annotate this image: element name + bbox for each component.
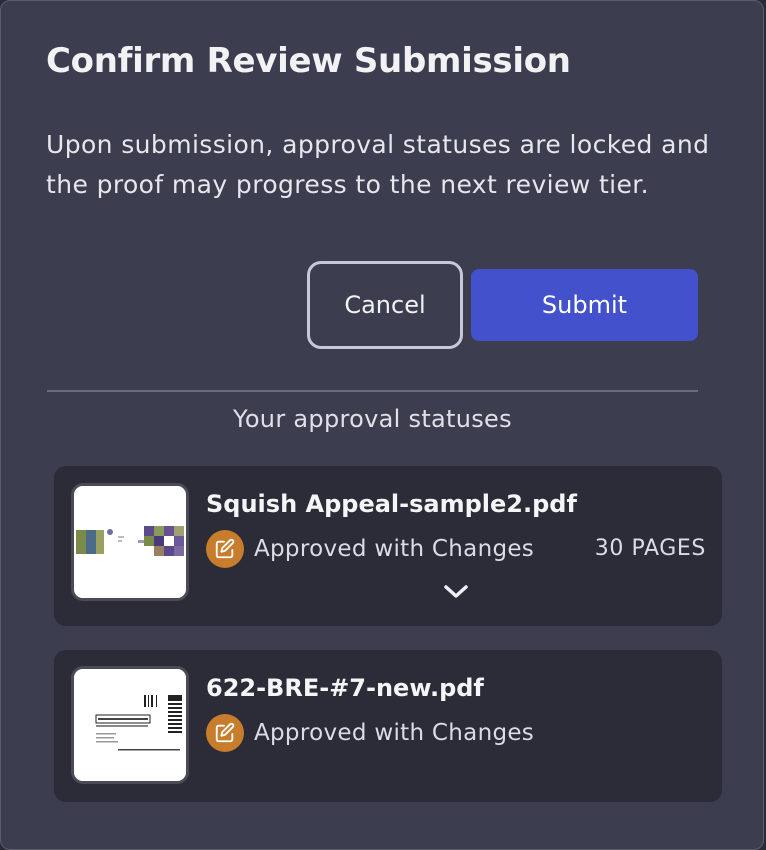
approval-status: Approved with Changes: [254, 536, 535, 562]
file-thumbnail: [71, 483, 189, 601]
statuses-heading: Your approval statuses: [233, 405, 512, 433]
confirm-dialog: Confirm Review Submission Upon submissio…: [0, 0, 764, 850]
chevron-down-icon[interactable]: [441, 582, 471, 602]
file-status-card: 622-BRE-#7-new.pdf Approved with Changes: [54, 650, 722, 802]
file-thumbnail: [71, 666, 189, 784]
edit-pencil-icon: [206, 530, 244, 568]
cancel-button[interactable]: Cancel: [307, 261, 463, 349]
section-divider: [47, 390, 698, 392]
edit-pencil-icon: [206, 714, 244, 752]
approval-status: Approved with Changes: [254, 720, 535, 746]
submit-button[interactable]: Submit: [471, 269, 698, 341]
document-preview-icon: [74, 669, 186, 781]
file-name: Squish Appeal-sample2.pdf: [206, 490, 577, 518]
dialog-title: Confirm Review Submission: [46, 41, 571, 81]
page-count: 30 PAGES: [594, 536, 706, 561]
dialog-description: Upon submission, approval statuses are l…: [46, 130, 710, 199]
document-preview-icon: [74, 486, 186, 598]
file-status-card: Squish Appeal-sample2.pdf Approved with …: [54, 466, 722, 626]
file-name: 622-BRE-#7-new.pdf: [206, 674, 484, 702]
